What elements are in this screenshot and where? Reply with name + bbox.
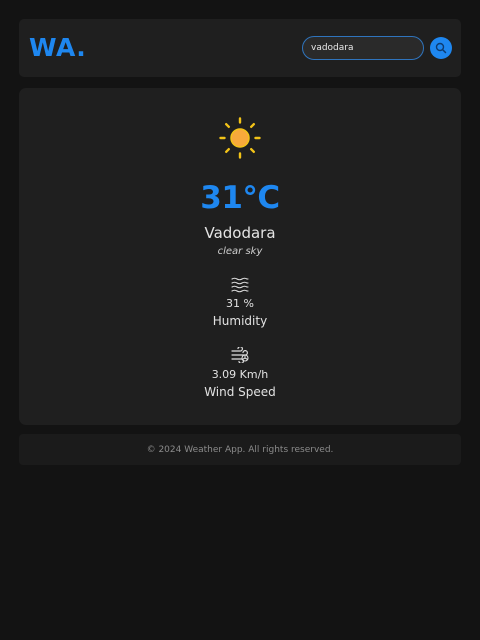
search-input[interactable] xyxy=(302,36,424,60)
temperature: 31°C xyxy=(200,180,280,216)
wind-icon xyxy=(231,347,249,363)
search-button[interactable] xyxy=(430,37,452,59)
wind-speed-value: 3.09 Km/h xyxy=(211,368,269,381)
header: WA. xyxy=(19,19,461,77)
sun-icon xyxy=(219,117,261,159)
footer-copyright: © 2024 Weather App. All rights reserved. xyxy=(146,445,334,455)
weather-card: 31°C Vadodara clear sky 31 % Humidity 3.… xyxy=(19,88,461,425)
app-logo: WA. xyxy=(29,33,87,62)
city-name: Vadodara xyxy=(204,224,276,242)
footer: © 2024 Weather App. All rights reserved. xyxy=(19,434,461,465)
weather-description: clear sky xyxy=(217,246,263,257)
humidity-waves-icon xyxy=(231,277,249,293)
humidity-label: Humidity xyxy=(212,314,268,328)
humidity-value: 31 % xyxy=(226,297,254,310)
search-icon xyxy=(435,42,447,54)
wind-speed-label: Wind Speed xyxy=(204,385,276,399)
